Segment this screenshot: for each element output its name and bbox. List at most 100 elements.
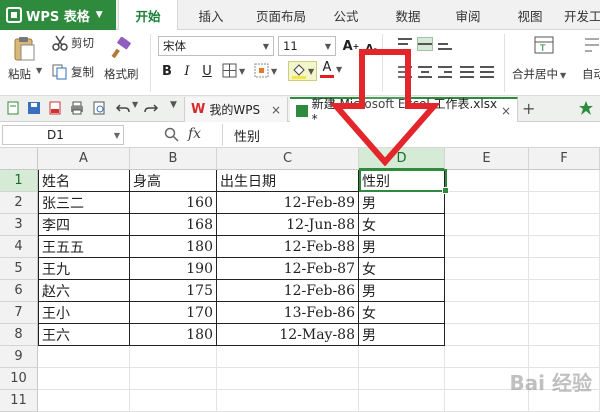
cell-e7[interactable] [445,302,529,324]
name-box[interactable]: D1 ▼ [2,125,124,145]
wps-cloud-icon[interactable] [578,100,594,119]
cell-f6[interactable] [529,280,600,302]
print-preview-icon[interactable] [92,101,106,115]
cell-e11[interactable] [445,390,529,412]
cell-d8[interactable]: 男 [359,324,445,346]
cell-f7[interactable] [529,302,600,324]
cell-d5[interactable]: 女 [359,258,445,280]
cell-a4[interactable]: 王五五 [38,236,130,258]
print-icon[interactable] [70,101,84,115]
cell-c4[interactable]: 12-Feb-88 [217,236,359,258]
cell-c8[interactable]: 12-May-88 [217,324,359,346]
cell-f5[interactable] [529,258,600,280]
bold-button[interactable]: B [158,62,176,80]
cell-a6[interactable]: 赵六 [38,280,130,302]
cell-f11[interactable] [529,390,600,412]
cell-c7[interactable]: 13-Feb-86 [217,302,359,324]
undo-icon[interactable] [116,101,130,115]
row-header-4[interactable]: 4 [0,236,38,258]
cell-a10[interactable] [38,368,130,390]
pdf-export-icon[interactable] [48,101,62,115]
function-button[interactable]: fx [188,126,201,142]
zoom-search-icon[interactable] [164,127,180,143]
cell-e10[interactable] [445,368,529,390]
save-icon[interactable] [27,101,41,115]
format-painter-button[interactable] [110,36,134,60]
tab-developer[interactable]: 开发工 [564,0,600,30]
column-header-a[interactable]: A [38,148,130,170]
cell-a3[interactable]: 李四 [38,214,130,236]
align-left-button[interactable] [398,66,412,78]
column-header-e[interactable]: E [445,148,529,170]
cell-c1[interactable]: 出生日期 [217,170,359,192]
row-header-6[interactable]: 6 [0,280,38,302]
cell-d2[interactable]: 男 [359,192,445,214]
cell-d7[interactable]: 女 [359,302,445,324]
cell-a7[interactable]: 王小 [38,302,130,324]
cell-b9[interactable] [130,346,217,368]
cut-button[interactable]: 剪切 [52,35,94,51]
merge-center-label[interactable]: 合并居中 ▼ [512,66,566,82]
align-top-button[interactable] [398,38,412,50]
tab-view[interactable]: 视图 [508,0,552,30]
row-header-3[interactable]: 3 [0,214,38,236]
cell-e2[interactable] [445,192,529,214]
row-header-7[interactable]: 7 [0,302,38,324]
cell-d11[interactable] [359,390,445,412]
cell-d6[interactable]: 男 [359,280,445,302]
new-document-icon[interactable] [6,101,20,115]
cell-a9[interactable] [38,346,130,368]
tab-data[interactable]: 数据 [386,0,430,30]
cell-a2[interactable]: 张三二 [38,192,130,214]
cell-b7[interactable]: 170 [130,302,217,324]
cell-f2[interactable] [529,192,600,214]
cell-d1[interactable]: 性别 [359,170,445,192]
customize-toolbar-icon[interactable]: ▼ [170,100,177,110]
column-header-b[interactable]: B [130,148,217,170]
grow-font-button[interactable]: A + [342,37,360,55]
cell-f4[interactable] [529,236,600,258]
justify-button[interactable] [480,66,494,78]
cell-f9[interactable] [529,346,600,368]
row-header-5[interactable]: 5 [0,258,38,280]
new-tab-button[interactable]: + [522,99,535,118]
chevron-down-icon[interactable]: ▼ [132,100,138,109]
cell-c10[interactable] [217,368,359,390]
cell-e4[interactable] [445,236,529,258]
cell-e5[interactable] [445,258,529,280]
close-icon[interactable]: × [501,104,511,118]
row-header-11[interactable]: 11 [0,390,38,412]
column-header-c[interactable]: C [217,148,359,170]
cell-style-button[interactable]: ▼ [254,63,277,79]
cell-b5[interactable]: 190 [130,258,217,280]
cell-c11[interactable] [217,390,359,412]
cell-a11[interactable] [38,390,130,412]
row-header-9[interactable]: 9 [0,346,38,368]
cell-e9[interactable] [445,346,529,368]
underline-button[interactable]: U [198,62,216,80]
tab-insert[interactable]: 插入 [186,0,236,30]
cell-f8[interactable] [529,324,600,346]
redo-icon[interactable] [144,101,158,115]
cell-d9[interactable] [359,346,445,368]
cell-c2[interactable]: 12-Feb-89 [217,192,359,214]
cell-b8[interactable]: 180 [130,324,217,346]
cell-e3[interactable] [445,214,529,236]
cell-e8[interactable] [445,324,529,346]
cell-e6[interactable] [445,280,529,302]
align-right-button[interactable] [438,66,452,78]
copy-button[interactable]: 复制 [52,64,94,80]
row-header-1[interactable]: 1 [0,170,38,192]
auto-wrap-label[interactable]: 自动 [582,66,600,82]
row-header-10[interactable]: 10 [0,368,38,390]
cell-b4[interactable]: 180 [130,236,217,258]
shrink-font-button[interactable]: A- [362,39,380,57]
cell-a8[interactable]: 王六 [38,324,130,346]
column-header-f[interactable]: F [529,148,600,170]
fill-color-button[interactable]: ▼ [288,61,318,81]
font-color-button[interactable]: A ▼ [320,61,342,78]
auto-wrap-button[interactable] [584,36,600,54]
cell-e1[interactable] [445,170,529,192]
tab-page-layout[interactable]: 页面布局 [246,0,316,30]
cell-f10[interactable] [529,368,600,390]
